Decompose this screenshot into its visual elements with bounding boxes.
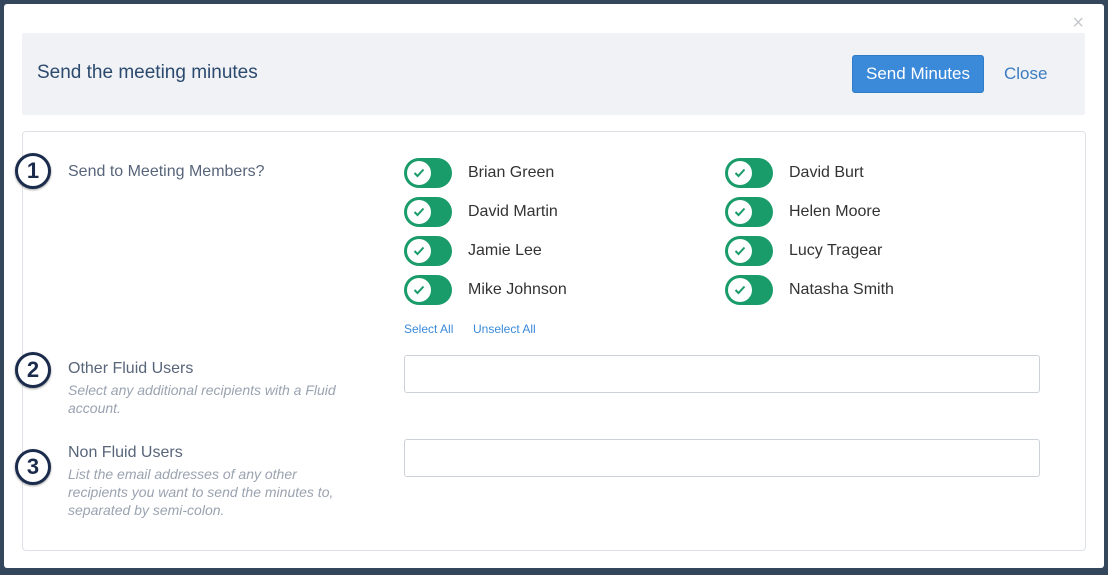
- non-fluid-users-label: Non Fluid Users: [68, 444, 183, 461]
- check-icon: [728, 200, 752, 224]
- member-name: David Burt: [789, 164, 864, 181]
- check-icon: [407, 200, 431, 224]
- modal-header: Send the meeting minutes Send Minutes Cl…: [22, 33, 1085, 115]
- member-name: Mike Johnson: [468, 281, 567, 298]
- select-all-link[interactable]: Select All: [404, 322, 453, 336]
- member-toggle-row: Jamie Lee: [404, 236, 542, 266]
- member-name: Jamie Lee: [468, 242, 542, 259]
- member-toggle-row: Mike Johnson: [404, 275, 567, 305]
- non-fluid-users-input[interactable]: [404, 439, 1040, 477]
- member-toggle[interactable]: [404, 197, 452, 227]
- modal-title: Send the meeting minutes: [37, 62, 258, 83]
- member-toggle-row: David Burt: [725, 158, 864, 188]
- check-icon: [728, 161, 752, 185]
- step-2-badge: 2: [15, 352, 51, 388]
- fluid-users-input[interactable]: [404, 355, 1040, 393]
- member-toggle[interactable]: [725, 236, 773, 266]
- member-toggle-row: Helen Moore: [725, 197, 881, 227]
- check-icon: [728, 278, 752, 302]
- unselect-all-link[interactable]: Unselect All: [473, 322, 536, 336]
- member-toggle[interactable]: [725, 197, 773, 227]
- check-icon: [407, 161, 431, 185]
- member-name: Brian Green: [468, 164, 555, 181]
- fluid-users-help: Select any additional recipients with a …: [68, 382, 336, 416]
- member-name: David Martin: [468, 203, 558, 220]
- member-toggle[interactable]: [404, 158, 452, 188]
- member-name: Natasha Smith: [789, 281, 894, 298]
- member-toggle-row: Natasha Smith: [725, 275, 894, 305]
- send-minutes-button[interactable]: Send Minutes: [852, 55, 984, 93]
- step-1-badge: 1: [15, 153, 51, 189]
- member-name: Lucy Tragear: [789, 242, 883, 259]
- members-label: Send to Meeting Members?: [68, 163, 265, 180]
- check-icon: [407, 239, 431, 263]
- send-minutes-modal: × Send the meeting minutes Send Minutes …: [4, 4, 1104, 568]
- member-name: Helen Moore: [789, 203, 881, 220]
- member-toggle[interactable]: [725, 158, 773, 188]
- member-toggle[interactable]: [404, 275, 452, 305]
- check-icon: [407, 278, 431, 302]
- close-icon[interactable]: ×: [1072, 12, 1084, 34]
- fluid-users-label: Other Fluid Users: [68, 360, 194, 377]
- member-toggle-row: Brian Green: [404, 158, 554, 188]
- member-toggle[interactable]: [725, 275, 773, 305]
- member-toggle-row: Lucy Tragear: [725, 236, 882, 266]
- non-fluid-users-help: List the email addresses of any other re…: [68, 466, 334, 518]
- form-panel: 1 Send to Meeting Members? Brian Green D…: [15, 131, 1086, 551]
- member-toggle[interactable]: [404, 236, 452, 266]
- step-3-badge: 3: [15, 449, 51, 485]
- close-button[interactable]: Close: [1004, 64, 1047, 84]
- check-icon: [728, 239, 752, 263]
- member-toggle-row: David Martin: [404, 197, 558, 227]
